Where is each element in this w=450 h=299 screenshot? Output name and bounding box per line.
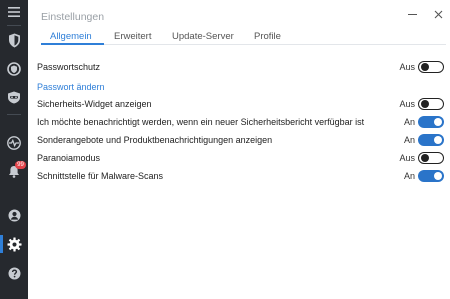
malware-scan-interface-label: Schnittstelle für Malware-Scans [37, 171, 164, 181]
toggle-knob [420, 62, 429, 71]
special-offers-state: An [403, 135, 415, 145]
active-tab-indicator [41, 43, 104, 45]
sidebar: 99 [0, 0, 28, 299]
user-icon[interactable] [0, 203, 28, 227]
close-button[interactable] [431, 8, 445, 20]
security-report-label: Ich möchte benachrichtigt werden, wenn e… [37, 117, 365, 127]
bell-icon[interactable]: 99 [0, 159, 28, 183]
password-protection-state: Aus [399, 62, 415, 72]
minimize-button[interactable] [405, 8, 419, 20]
special-offers-toggle[interactable] [418, 134, 444, 146]
gear-icon[interactable] [0, 232, 28, 256]
toggle-knob [434, 136, 442, 144]
malware-scan-interface-state: An [403, 171, 415, 181]
security-widget-toggle[interactable] [418, 98, 444, 110]
shield-icon[interactable] [0, 28, 28, 52]
security-report-toggle[interactable] [418, 116, 444, 128]
tab-profile[interactable]: Profile [254, 31, 281, 42]
password-protection-label: Passwortschutz [37, 62, 101, 72]
security-report-state: An [403, 117, 415, 127]
paranoia-mode-toggle[interactable] [418, 152, 444, 164]
change-password-link[interactable]: Passwort ändern [37, 82, 105, 92]
notification-badge: 99 [15, 161, 26, 169]
close-icon [434, 10, 442, 18]
toggle-knob [434, 118, 442, 126]
tab-erweitert[interactable]: Erweitert [114, 31, 151, 42]
sidebar-divider [7, 114, 21, 115]
privacy-mask-icon[interactable] [0, 85, 28, 109]
sidebar-divider [7, 25, 21, 26]
toggle-knob [434, 172, 442, 180]
toggle-knob [420, 153, 429, 162]
paranoia-mode-state: Aus [399, 153, 415, 163]
minimize-icon [407, 13, 417, 15]
security-widget-state: Aus [399, 99, 415, 109]
special-offers-label: Sonderangebote und Produktbenachrichtigu… [37, 135, 273, 145]
malware-scan-interface-toggle[interactable] [418, 170, 444, 182]
tab-allgemein[interactable]: Allgemein [50, 31, 92, 42]
browser-guard-icon[interactable] [0, 57, 28, 81]
tab-update-server[interactable]: Update-Server [172, 31, 234, 42]
security-widget-label: Sicherheits-Widget anzeigen [37, 99, 152, 109]
password-protection-toggle[interactable] [418, 61, 444, 73]
window-title: Einstellungen [41, 11, 105, 23]
toggle-knob [420, 99, 429, 108]
paranoia-mode-label: Paranoiamodus [37, 153, 101, 163]
activity-pulse-icon[interactable] [0, 131, 28, 155]
hamburger-menu-icon[interactable] [0, 0, 28, 24]
help-icon[interactable] [0, 261, 28, 285]
